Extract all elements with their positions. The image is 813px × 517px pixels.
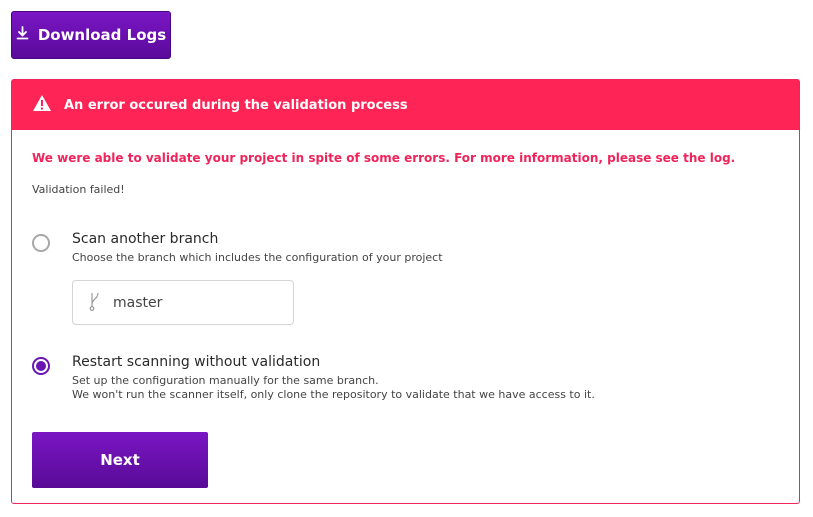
validation-panel: An error occured during the validation p… (11, 79, 800, 504)
download-logs-label: Download Logs (37, 26, 167, 44)
option-description-line: We won't run the scanner itself, only cl… (72, 388, 595, 401)
option-title: Scan another branch (72, 231, 219, 247)
option-description: Set up the configuration manually for th… (72, 374, 595, 402)
branch-value: master (113, 294, 163, 311)
option-description: Choose the branch which includes the con… (72, 251, 443, 264)
alert-header: An error occured during the validation p… (12, 80, 799, 130)
alert-message: We were able to validate your project in… (32, 151, 736, 165)
radio-scan-another-branch[interactable] (32, 234, 50, 252)
download-icon (16, 26, 29, 44)
validation-status: Validation failed! (32, 183, 125, 196)
alert-title: An error occured during the validation p… (64, 97, 408, 113)
download-logs-button[interactable]: Download Logs (11, 11, 171, 59)
branch-input[interactable]: master (72, 280, 294, 325)
git-branch-icon (89, 290, 113, 316)
option-title: Restart scanning without validation (72, 354, 321, 370)
radio-restart-without-validation[interactable] (32, 357, 50, 375)
warning-icon (32, 94, 64, 116)
option-description-line: Set up the configuration manually for th… (72, 374, 379, 387)
next-button[interactable]: Next (32, 432, 208, 488)
